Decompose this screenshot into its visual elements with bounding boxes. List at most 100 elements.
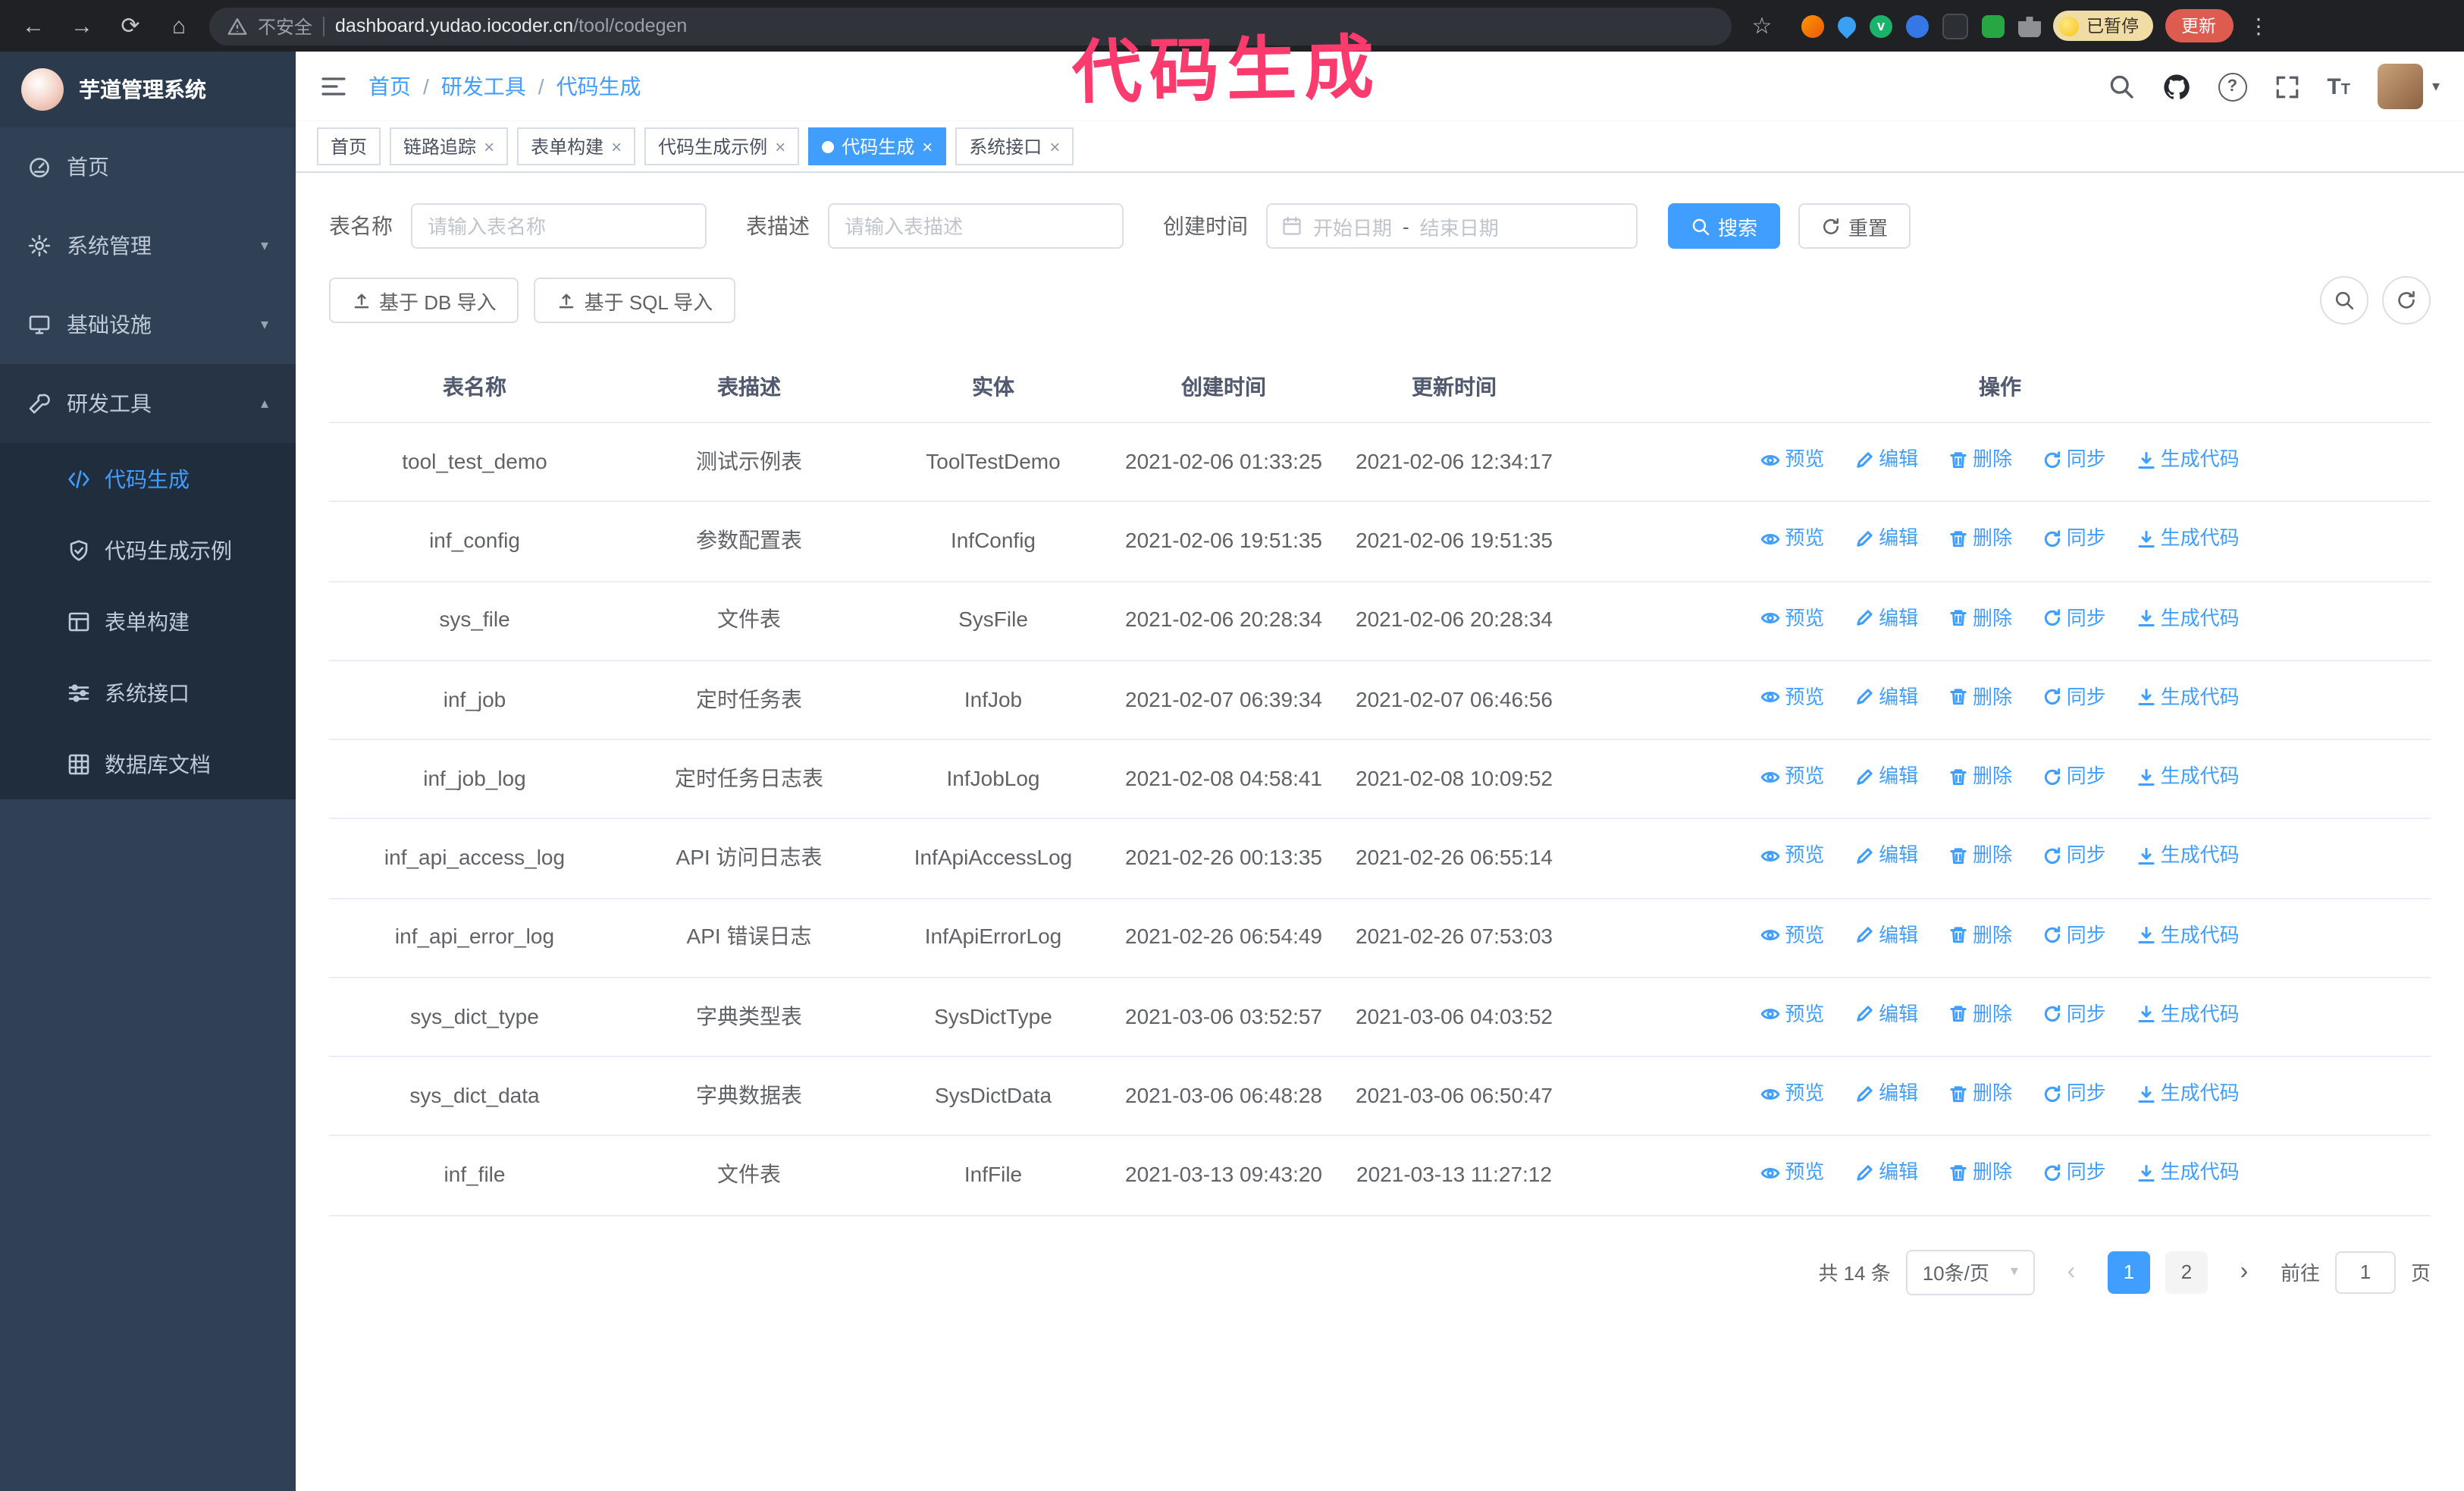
extension-icon[interactable] (1906, 14, 1929, 37)
generate-code-link[interactable]: 生成代码 (2136, 1078, 2240, 1109)
extension-icon[interactable] (1982, 14, 2005, 37)
delete-link[interactable]: 删除 (1948, 1000, 2012, 1030)
delete-link[interactable]: 删除 (1948, 1158, 2012, 1188)
extension-icon[interactable] (1801, 14, 1824, 37)
sidebar-item-codegen[interactable]: 代码生成 (0, 443, 296, 514)
edit-link[interactable]: 编辑 (1854, 761, 1918, 792)
reset-button[interactable]: 重置 (1798, 203, 1911, 249)
extension-icon[interactable]: v (1870, 14, 1892, 37)
import-db-button[interactable]: 基于 DB 导入 (329, 278, 519, 323)
logo-row[interactable]: 芋道管理系统 (0, 52, 296, 127)
home-icon[interactable]: ⌂ (161, 8, 197, 44)
sidebar-item-form-builder[interactable]: 表单构建 (0, 585, 296, 657)
extensions-puzzle-icon[interactable] (2018, 17, 2041, 37)
preview-link[interactable]: 预览 (1760, 920, 1824, 950)
breadcrumb-home[interactable]: 首页 (368, 71, 411, 102)
reload-icon[interactable]: ⟳ (112, 8, 149, 44)
forward-icon[interactable]: → (64, 8, 100, 44)
search-button[interactable]: 搜索 (1668, 203, 1781, 249)
sync-link[interactable]: 同步 (2042, 920, 2106, 950)
preview-link[interactable]: 预览 (1760, 603, 1824, 633)
browser-menu-icon[interactable]: ⋮ (2248, 13, 2269, 39)
edit-link[interactable]: 编辑 (1854, 683, 1918, 713)
tag-close-icon[interactable]: × (611, 136, 622, 157)
sync-link[interactable]: 同步 (2042, 761, 2106, 792)
sync-link[interactable]: 同步 (2042, 683, 2106, 713)
back-icon[interactable]: ← (15, 8, 52, 44)
toggle-search-button[interactable] (2320, 276, 2368, 325)
edit-link[interactable]: 编辑 (1854, 524, 1918, 554)
sync-link[interactable]: 同步 (2042, 841, 2106, 871)
sidebar-item-system[interactable]: 系统管理 ▾ (0, 206, 296, 285)
preview-link[interactable]: 预览 (1760, 841, 1824, 871)
preview-link[interactable]: 预览 (1760, 1158, 1824, 1188)
fullscreen-icon[interactable] (2274, 74, 2299, 99)
delete-link[interactable]: 删除 (1948, 761, 2012, 792)
generate-code-link[interactable]: 生成代码 (2136, 603, 2240, 633)
tag-close-icon[interactable]: × (922, 136, 933, 157)
preview-link[interactable]: 预览 (1760, 1000, 1824, 1030)
extension-icon[interactable] (1834, 13, 1860, 39)
breadcrumb-devtools[interactable]: 研发工具 (441, 71, 526, 102)
sidebar-item-codegen-example[interactable]: 代码生成示例 (0, 514, 296, 585)
edit-link[interactable]: 编辑 (1854, 1078, 1918, 1109)
sync-link[interactable]: 同步 (2042, 1078, 2106, 1109)
table-name-input[interactable] (411, 203, 707, 249)
tag-close-icon[interactable]: × (484, 136, 494, 157)
tag-codegen[interactable]: 代码生成 × (808, 127, 947, 165)
tag-close-icon[interactable]: × (1049, 136, 1060, 157)
generate-code-link[interactable]: 生成代码 (2136, 841, 2240, 871)
search-icon[interactable] (2107, 73, 2134, 100)
page-button-1[interactable]: 1 (2107, 1251, 2150, 1293)
edit-link[interactable]: 编辑 (1854, 920, 1918, 950)
generate-code-link[interactable]: 生成代码 (2136, 1000, 2240, 1030)
edit-link[interactable]: 编辑 (1854, 841, 1918, 871)
next-page-button[interactable]: › (2223, 1251, 2265, 1293)
bookmark-star-icon[interactable]: ☆ (1744, 8, 1780, 44)
delete-link[interactable]: 删除 (1948, 524, 2012, 554)
tag-form-builder[interactable]: 表单构建 × (517, 127, 636, 165)
refresh-table-button[interactable] (2382, 276, 2431, 325)
sync-link[interactable]: 同步 (2042, 524, 2106, 554)
tag-codegen-example[interactable]: 代码生成示例 × (644, 127, 800, 165)
tag-close-icon[interactable]: × (775, 136, 785, 157)
delete-link[interactable]: 删除 (1948, 1078, 2012, 1109)
font-size-icon[interactable]: TT (2327, 74, 2350, 99)
address-bar[interactable]: 不安全 dashboard.yudao.iocoder.cn/tool/code… (209, 7, 1732, 45)
page-button-2[interactable]: 2 (2165, 1251, 2208, 1293)
generate-code-link[interactable]: 生成代码 (2136, 1158, 2240, 1188)
sidebar-item-infra[interactable]: 基础设施 ▾ (0, 285, 296, 364)
edit-link[interactable]: 编辑 (1854, 444, 1918, 475)
generate-code-link[interactable]: 生成代码 (2136, 920, 2240, 950)
sync-link[interactable]: 同步 (2042, 444, 2106, 475)
import-sql-button[interactable]: 基于 SQL 导入 (534, 278, 736, 323)
preview-link[interactable]: 预览 (1760, 444, 1824, 475)
browser-update-button[interactable]: 更新 (2165, 9, 2233, 42)
user-menu[interactable]: ▾ (2377, 64, 2440, 109)
generate-code-link[interactable]: 生成代码 (2136, 761, 2240, 792)
tag-home[interactable]: 首页 (317, 127, 381, 165)
delete-link[interactable]: 删除 (1948, 603, 2012, 633)
tag-system-api[interactable]: 系统接口 × (955, 127, 1074, 165)
sidebar-toggle-icon[interactable] (320, 74, 347, 99)
delete-link[interactable]: 删除 (1948, 683, 2012, 713)
table-desc-input[interactable] (828, 203, 1124, 249)
sidebar-item-db-docs[interactable]: 数据库文档 (0, 728, 296, 799)
page-size-select[interactable]: 10条/页 ▾ (1905, 1249, 2035, 1295)
prev-page-button[interactable]: ‹ (2050, 1251, 2093, 1293)
preview-link[interactable]: 预览 (1760, 1078, 1824, 1109)
sidebar-item-system-api[interactable]: 系统接口 (0, 657, 296, 728)
date-range-picker[interactable]: 开始日期 - 结束日期 (1266, 203, 1638, 249)
help-icon[interactable]: ? (2218, 72, 2247, 101)
sync-link[interactable]: 同步 (2042, 603, 2106, 633)
github-icon[interactable] (2161, 72, 2190, 101)
preview-link[interactable]: 预览 (1760, 524, 1824, 554)
tag-tracing[interactable]: 链路追踪 × (390, 127, 509, 165)
goto-page-input[interactable] (2334, 1251, 2396, 1293)
sidebar-item-devtools[interactable]: 研发工具 ▴ (0, 364, 296, 443)
sync-link[interactable]: 同步 (2042, 1000, 2106, 1030)
preview-link[interactable]: 预览 (1760, 761, 1824, 792)
preview-link[interactable]: 预览 (1760, 683, 1824, 713)
edit-link[interactable]: 编辑 (1854, 1000, 1918, 1030)
delete-link[interactable]: 删除 (1948, 841, 2012, 871)
